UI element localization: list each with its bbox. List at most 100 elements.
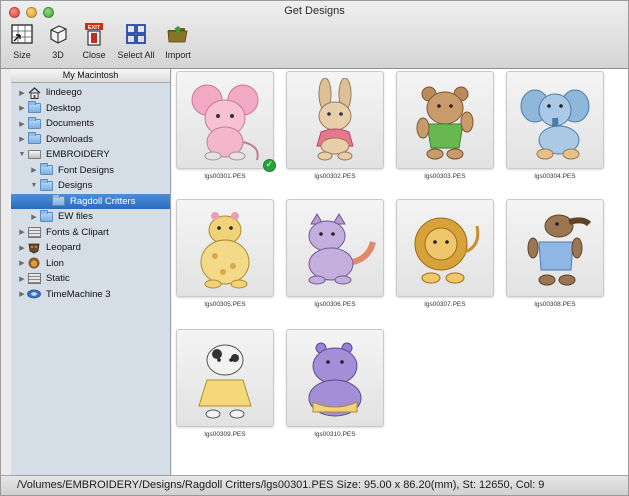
folder-icon (39, 163, 53, 176)
folder-icon (27, 116, 41, 129)
sidebar-item-label: Fonts & Clipart (46, 226, 109, 238)
sidebar-item-lion[interactable]: ▶ Lion (11, 256, 170, 272)
3d-button[interactable]: 3D (41, 21, 75, 60)
sidebar-item-downloads[interactable]: ▶ Downloads (11, 132, 170, 148)
select-all-label: Select All (117, 50, 155, 60)
folder-icon (39, 209, 53, 222)
sidebar: My Macintosh ▶ lindeego ▶ Desktop ▶ Docu… (11, 69, 171, 475)
bunny-design-image (316, 78, 354, 161)
sidebar-item-label: TimeMachine 3 (46, 288, 111, 300)
sidebar-item-fonts-clipart[interactable]: ▶ Fonts & Clipart (11, 225, 170, 241)
sidebar-item-label: Documents (46, 118, 95, 130)
design-thumbnail-cat[interactable] (286, 199, 384, 297)
disclosure-triangle-icon[interactable]: ▶ (17, 120, 27, 128)
disclosure-triangle-icon[interactable]: ▶ (17, 290, 27, 298)
sidebar-item-label: Ragdoll Critters (70, 195, 136, 207)
toolbar: Size 3D EXIT Close Select All Import (5, 21, 195, 60)
import-button[interactable]: Import (161, 21, 195, 60)
sidebar-item-label: Downloads (46, 133, 93, 145)
sidebar-item-font-designs[interactable]: ▶ Font Designs (11, 163, 170, 179)
close-label: Close (82, 50, 106, 60)
disclosure-triangle-open-icon[interactable]: ▼ (29, 182, 39, 189)
design-filename: lgs00301.PES (204, 173, 246, 180)
folder-icon (51, 194, 65, 207)
giraffe-design-image (200, 212, 250, 289)
sidebar-item-timemachine-3[interactable]: ▶ TimeMachine 3 (11, 287, 170, 303)
exit-door-icon: EXIT (80, 21, 108, 47)
disclosure-triangle-icon[interactable]: ▶ (17, 228, 27, 236)
disclosure-triangle-icon[interactable]: ▶ (29, 213, 39, 221)
disclosure-triangle-icon[interactable]: ▶ (17, 259, 27, 267)
disclosure-triangle-icon[interactable]: ▶ (17, 89, 27, 97)
design-thumbnail-mouse[interactable] (176, 71, 274, 169)
anteater-design-image (527, 214, 592, 286)
disclosure-triangle-icon[interactable]: ▶ (29, 166, 39, 174)
design-thumbnail-hippo[interactable] (286, 329, 384, 427)
sidebar-item-ragdoll-critters[interactable]: Ragdoll Critters (11, 193, 170, 209)
disclosure-triangle-icon[interactable]: ▶ (17, 244, 27, 252)
sidebar-item-desktop[interactable]: ▶ Desktop (11, 101, 170, 117)
size-label: Size (13, 50, 31, 60)
size-grid-icon (8, 21, 36, 47)
bear-design-image (416, 86, 474, 160)
import-label: Import (165, 50, 191, 60)
elephant-design-image (520, 89, 590, 160)
status-bar: /Volumes/EMBROIDERY/Designs/Ragdoll Crit… (1, 475, 628, 495)
design-filename: lgs00303.PES (424, 173, 466, 180)
size-button[interactable]: Size (5, 21, 39, 60)
window-title: Get Designs (284, 5, 345, 17)
design-thumbnail-giraffe[interactable] (176, 199, 274, 297)
folder-tree: ▶ lindeego ▶ Desktop ▶ Documents ▶ Downl… (11, 83, 170, 302)
sidebar-item-embroidery[interactable]: ▼ EMBROIDERY (11, 147, 170, 163)
close-button[interactable]: EXIT Close (77, 21, 111, 60)
sidebar-item-leopard[interactable]: ▶ Leopard (11, 240, 170, 256)
mouse-design-image (191, 84, 259, 161)
design-thumbnail-lion[interactable] (396, 199, 494, 297)
exit-badge-text: EXIT (88, 25, 101, 31)
disclosure-triangle-open-icon[interactable]: ▼ (17, 151, 27, 158)
title-toolbar-area: Get Designs Size 3D EXIT Close Select Al… (1, 1, 628, 69)
sidebar-item-label: EMBROIDERY (46, 149, 110, 161)
hippo-design-image (308, 342, 362, 417)
drive-icon (27, 149, 41, 160)
sidebar-item-label: Static (46, 273, 70, 285)
sidebar-item-static[interactable]: ▶ Static (11, 271, 170, 287)
sidebar-item-label: EW files (58, 211, 93, 223)
disk-stack-icon (27, 226, 41, 238)
design-filename: lgs00307.PES (424, 301, 466, 308)
folder-icon (27, 132, 41, 145)
sidebar-item-ew-files[interactable]: ▶ EW files (11, 209, 170, 225)
disclosure-triangle-icon[interactable]: ▶ (17, 275, 27, 283)
design-thumbnail-elephant[interactable] (506, 71, 604, 169)
design-thumbnail-bunny[interactable] (286, 71, 384, 169)
sidebar-item-designs[interactable]: ▼ Designs (11, 178, 170, 194)
sidebar-item-documents[interactable]: ▶ Documents (11, 116, 170, 132)
design-thumbnail-cow[interactable] (176, 329, 274, 427)
leopard-drive-icon (27, 242, 41, 254)
disclosure-triangle-icon[interactable]: ▶ (17, 104, 27, 112)
sidebar-item-label: Lion (46, 257, 64, 269)
cow-design-image (198, 344, 252, 419)
design-filename: lgs00302.PES (314, 173, 356, 180)
sidebar-item-label: Leopard (46, 242, 81, 254)
home-icon (27, 86, 41, 99)
select-all-grid-icon (122, 21, 150, 47)
folder-icon (27, 101, 41, 114)
disclosure-triangle-icon[interactable]: ▶ (17, 135, 27, 143)
folder-import-icon (164, 21, 192, 47)
3d-label: 3D (52, 50, 64, 60)
sidebar-item-lindeego[interactable]: ▶ lindeego (11, 85, 170, 101)
design-thumbnail-anteater[interactable] (506, 199, 604, 297)
design-thumbnail-bear[interactable] (396, 71, 494, 169)
design-filename: lgs00304.PES (534, 173, 576, 180)
design-filename: lgs00310.PES (314, 431, 356, 438)
sidebar-item-label: Desktop (46, 102, 81, 114)
select-all-button[interactable]: Select All (113, 21, 159, 60)
sidebar-item-label: Font Designs (58, 164, 114, 176)
disk-stack-icon (27, 273, 41, 285)
selected-checkmark-icon: ✓ (263, 159, 276, 172)
cube-icon (44, 21, 72, 47)
design-filename: lgs00305.PES (204, 301, 246, 308)
design-filename: lgs00309.PES (204, 431, 246, 438)
sidebar-header: My Macintosh (11, 69, 170, 83)
